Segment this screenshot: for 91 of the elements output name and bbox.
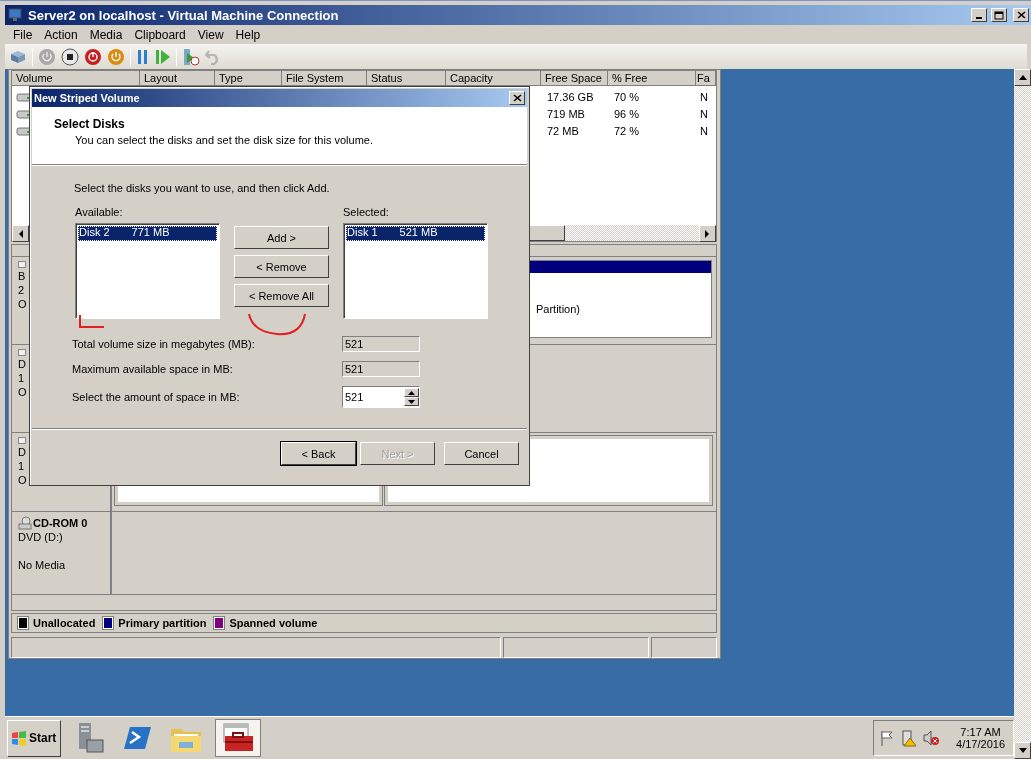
menu-item[interactable]: View bbox=[191, 27, 230, 42]
drive-type: DVD (D:) bbox=[18, 531, 63, 545]
column-header[interactable]: Volume bbox=[12, 71, 140, 86]
column-header[interactable]: Type bbox=[215, 71, 282, 86]
power-icon[interactable] bbox=[84, 47, 102, 66]
menu-item[interactable]: File bbox=[7, 27, 39, 42]
maximize-icon bbox=[994, 10, 1004, 20]
table-cell-text: 72 % bbox=[613, 124, 641, 137]
close-button[interactable] bbox=[1013, 8, 1029, 22]
menu-item[interactable]: Media bbox=[83, 27, 129, 42]
close-icon bbox=[1016, 11, 1026, 19]
table-cell-text: 96 % bbox=[613, 107, 641, 120]
clock-time: 7:17 AM bbox=[960, 726, 1001, 738]
maximize-button[interactable] bbox=[991, 8, 1007, 22]
cd-drive-icon bbox=[18, 516, 32, 531]
field-label: Maximum available space in MB: bbox=[72, 363, 234, 375]
column-header[interactable]: Free Space bbox=[541, 71, 608, 86]
down-arrow-icon bbox=[1018, 748, 1027, 753]
readonly-field: 521 bbox=[342, 361, 420, 377]
list-action-button[interactable]: Add > bbox=[234, 226, 329, 249]
close-button[interactable] bbox=[509, 91, 525, 105]
amount-spinner[interactable]: 521 bbox=[342, 386, 420, 408]
table-cell-text: N bbox=[699, 90, 709, 103]
column-header[interactable]: Layout bbox=[140, 71, 215, 86]
table-cell-text: 17.36 GB bbox=[546, 90, 595, 103]
right-arrow-icon bbox=[705, 229, 710, 238]
column-header[interactable]: % Free bbox=[608, 71, 696, 86]
instruction-text: Select the disks you want to use, and then click Add. bbox=[74, 182, 331, 194]
table-cell-text: N bbox=[699, 124, 709, 137]
wizard-button[interactable]: < Back bbox=[281, 442, 356, 465]
taskbar-app-button[interactable] bbox=[215, 719, 261, 757]
power-icon[interactable] bbox=[107, 47, 125, 66]
field-label: Total volume size in megabytes (MB): bbox=[72, 338, 256, 350]
minimize-button[interactable] bbox=[971, 8, 987, 22]
readonly-field: 521 bbox=[342, 336, 420, 352]
start-button[interactable]: Start bbox=[7, 719, 61, 757]
disk-label: 1 bbox=[18, 460, 25, 474]
cdrom-name: CD-ROM 0 bbox=[18, 516, 110, 531]
disk-label: 2 bbox=[18, 284, 25, 298]
muted-speaker-icon bbox=[923, 730, 939, 746]
pause-icon[interactable] bbox=[136, 48, 150, 65]
column-header[interactable]: Capacity bbox=[446, 71, 541, 86]
legend-label: Spanned volume bbox=[229, 617, 318, 630]
disk-label: D bbox=[18, 358, 26, 372]
keyboard-icon[interactable] bbox=[9, 48, 27, 65]
list-action-button[interactable]: < Remove bbox=[234, 255, 329, 278]
power-warning-icon bbox=[901, 729, 917, 747]
drive-status: No Media bbox=[18, 559, 66, 573]
field-label: Select the amount of space in MB: bbox=[72, 391, 241, 403]
column-header[interactable]: Fa bbox=[696, 71, 716, 86]
table-cell-text: 719 MB bbox=[546, 107, 586, 120]
column-header[interactable]: File System bbox=[282, 71, 367, 86]
disk-label: O bbox=[18, 474, 27, 488]
list-action-button[interactable]: < Remove All bbox=[234, 284, 329, 307]
monitor-icon bbox=[8, 8, 24, 22]
left-arrow-icon bbox=[18, 229, 23, 238]
play-icon[interactable] bbox=[155, 48, 171, 65]
step-description: You can select the disks and set the disk size for this volume. bbox=[74, 134, 374, 146]
partition-label: Partition) bbox=[536, 303, 581, 316]
disk-label: O bbox=[18, 298, 27, 312]
clock-date: 4/17/2016 bbox=[956, 738, 1005, 750]
menu-item[interactable]: Clipboard bbox=[128, 27, 192, 42]
list-label: Available: bbox=[75, 206, 124, 220]
list-item[interactable]: Disk 2 771 MB bbox=[78, 226, 217, 241]
stop-icon[interactable] bbox=[61, 47, 79, 66]
flag-icon bbox=[879, 730, 895, 746]
powershell-icon bbox=[124, 725, 152, 751]
window-title: Server2 on localhost - Virtual Machine Connection bbox=[28, 7, 340, 23]
list-item[interactable]: Disk 1 521 MB bbox=[346, 226, 485, 241]
close-icon bbox=[512, 94, 522, 102]
legend-label: Unallocated bbox=[33, 617, 96, 630]
step-heading: Select Disks bbox=[54, 117, 126, 131]
up-arrow-icon bbox=[1018, 75, 1027, 80]
disk-label: 1 bbox=[18, 372, 25, 386]
disk-label: D bbox=[18, 446, 26, 460]
table-cell-text: 70 % bbox=[613, 90, 641, 103]
checkpoint-icon[interactable] bbox=[182, 47, 200, 66]
dialog-title: New Striped Volume bbox=[34, 92, 140, 104]
column-header[interactable]: Status bbox=[367, 71, 446, 86]
menu-item[interactable]: Action bbox=[38, 27, 84, 42]
list-label: Selected: bbox=[343, 206, 390, 220]
disk-label: B bbox=[18, 270, 26, 284]
table-cell-text: N bbox=[699, 107, 709, 120]
legend-label: Primary partition bbox=[118, 617, 207, 630]
vertical-scrollbar[interactable] bbox=[1014, 69, 1031, 759]
windows-logo-icon bbox=[11, 730, 27, 746]
menu-item[interactable]: Help bbox=[229, 27, 267, 42]
wizard-button[interactable]: Cancel bbox=[444, 442, 519, 465]
disk-label: O bbox=[18, 386, 27, 400]
table-cell-text: 72 MB bbox=[546, 124, 580, 137]
toolbox-icon bbox=[221, 723, 255, 753]
